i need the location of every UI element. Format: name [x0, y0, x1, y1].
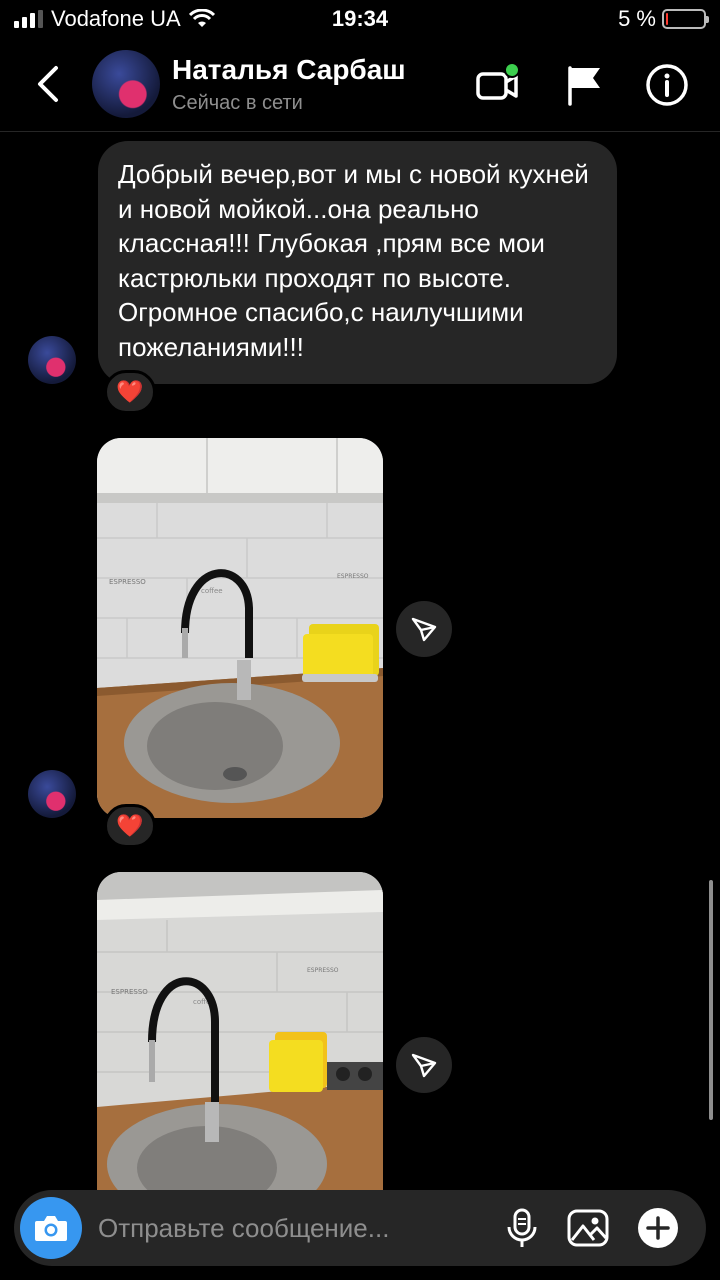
message-composer	[14, 1190, 706, 1266]
camera-icon	[35, 1216, 67, 1241]
scrollbar[interactable]	[709, 880, 713, 1120]
svg-text:ESPRESSO: ESPRESSO	[337, 573, 369, 580]
contact-avatar[interactable]	[92, 50, 160, 118]
status-right: 5 %	[618, 6, 709, 32]
info-icon[interactable]	[644, 62, 690, 108]
chat-header: Наталья Сарбаш Сейчас в сети	[0, 40, 720, 132]
battery-level	[666, 13, 668, 25]
gallery-icon[interactable]	[566, 1206, 610, 1250]
add-icon[interactable]	[636, 1206, 680, 1250]
battery-percent: 5 %	[618, 6, 656, 31]
camera-button[interactable]	[20, 1197, 82, 1259]
status-time: 19:34	[331, 6, 389, 31]
svg-text:coffee: coffee	[201, 587, 223, 595]
share-button[interactable]	[396, 1037, 452, 1093]
back-chevron-icon[interactable]	[30, 62, 70, 106]
flag-icon[interactable]	[562, 62, 608, 108]
send-arrow-icon	[411, 617, 437, 642]
share-button[interactable]	[396, 601, 452, 657]
sender-avatar[interactable]	[28, 336, 76, 384]
svg-text:ESPRESSO: ESPRESSO	[111, 988, 148, 996]
presence-status: Сейчас в сети	[172, 92, 303, 114]
status-bar: Vodafone UA 19:34 5 %	[0, 0, 720, 40]
message-bubble[interactable]: Добрый вечер,вот и мы с новой кухней и н…	[98, 141, 617, 384]
microphone-icon[interactable]	[500, 1206, 544, 1250]
battery-icon	[662, 9, 709, 29]
kitchen-sink-photo: ESPRESSO coffee ESPRESSO	[97, 438, 383, 818]
video-call-icon[interactable]	[474, 62, 520, 108]
message-input[interactable]	[98, 1208, 478, 1248]
send-arrow-icon	[411, 1053, 437, 1078]
reaction-heart[interactable]: ❤️	[104, 370, 156, 414]
photo-message[interactable]: ESPRESSO coffee ESPRESSO	[97, 872, 383, 1190]
reaction-heart[interactable]: ❤️	[104, 804, 156, 848]
photo-message[interactable]: ESPRESSO coffee ESPRESSO	[97, 438, 383, 818]
svg-text:ESPRESSO: ESPRESSO	[307, 967, 339, 974]
tile-print: ESPRESSO	[109, 578, 146, 586]
sender-avatar[interactable]	[28, 770, 76, 818]
kitchen-sink-photo: ESPRESSO coffee ESPRESSO	[97, 872, 383, 1190]
contact-name[interactable]: Наталья Сарбаш	[172, 54, 406, 86]
